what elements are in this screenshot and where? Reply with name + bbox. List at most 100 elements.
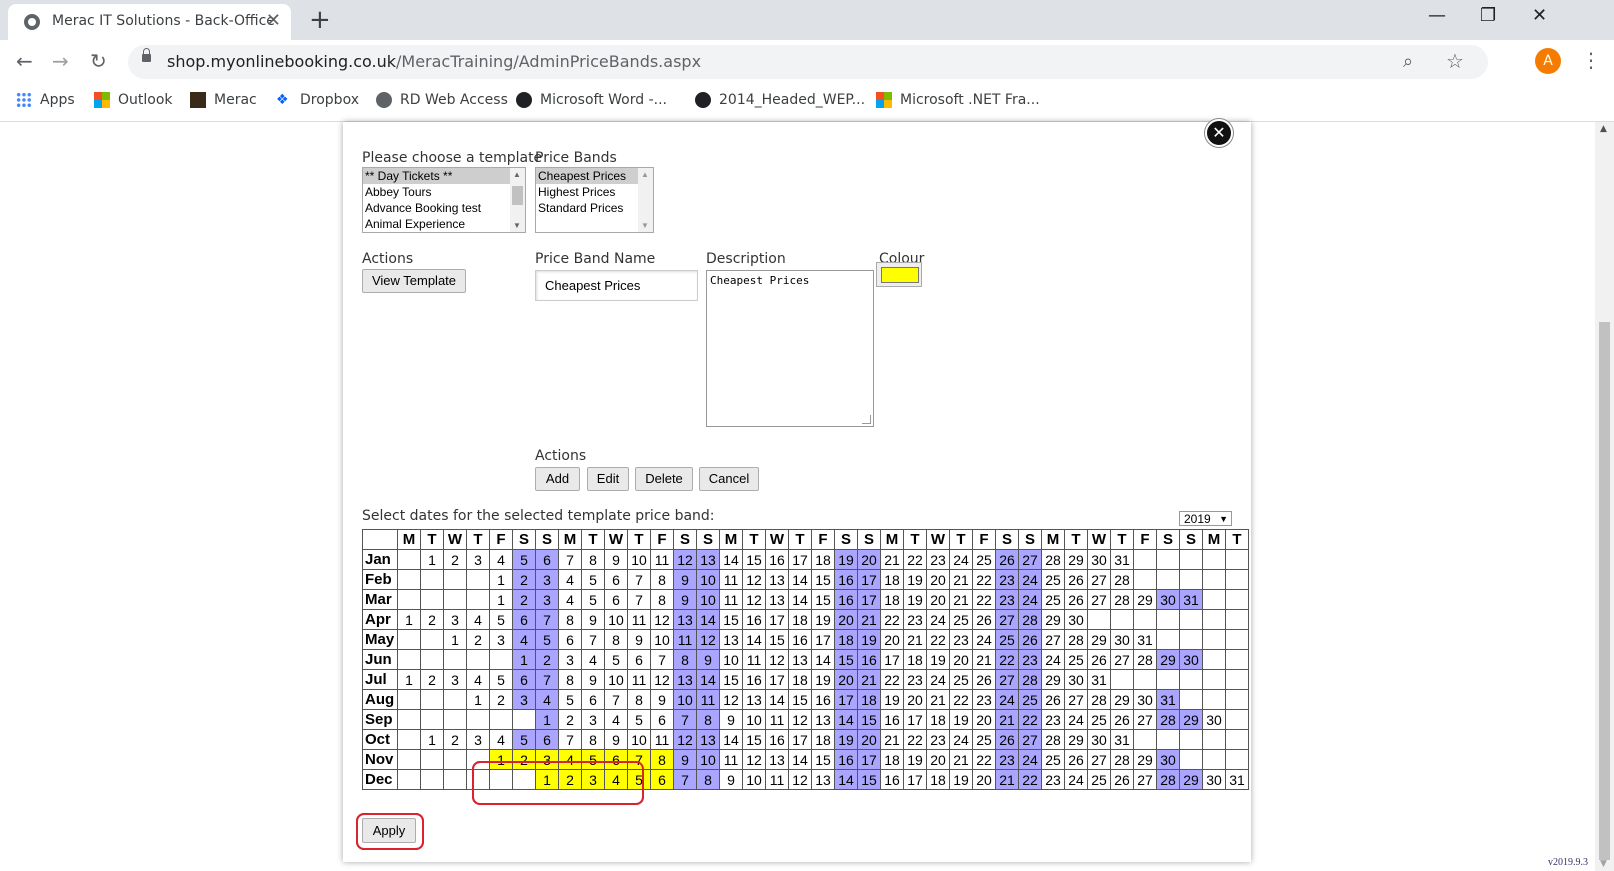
date-cell[interactable]: 23 (926, 549, 950, 570)
date-cell[interactable]: 17 (834, 689, 858, 710)
date-cell[interactable]: 13 (696, 729, 720, 750)
date-cell[interactable]: 25 (1064, 649, 1088, 670)
date-cell[interactable]: 8 (581, 549, 605, 570)
date-cell[interactable]: 9 (719, 769, 743, 790)
date-cell[interactable]: 28 (1018, 609, 1042, 630)
date-cell[interactable]: 22 (972, 749, 996, 770)
date-cell[interactable]: 24 (1018, 589, 1042, 610)
date-cell[interactable]: 20 (926, 569, 950, 590)
date-cell[interactable]: 10 (604, 669, 628, 690)
date-cell[interactable]: 14 (719, 549, 743, 570)
date-cell[interactable]: 22 (880, 669, 904, 690)
date-cell[interactable]: 29 (1179, 769, 1203, 790)
template-option[interactable]: Abbey Tours (363, 184, 525, 200)
date-cell[interactable]: 5 (512, 729, 536, 750)
date-cell[interactable]: 14 (811, 649, 835, 670)
date-cell[interactable]: 24 (1064, 709, 1088, 730)
date-cell[interactable]: 15 (719, 609, 743, 630)
date-cell[interactable]: 31 (1133, 629, 1157, 650)
date-cell[interactable]: 19 (949, 769, 973, 790)
date-cell[interactable]: 21 (995, 709, 1019, 730)
date-cell[interactable]: 24 (926, 609, 950, 630)
date-cell[interactable]: 17 (857, 589, 881, 610)
date-cell[interactable]: 21 (903, 629, 927, 650)
date-cell[interactable]: 8 (604, 629, 628, 650)
view-template-button[interactable]: View Template (362, 269, 466, 293)
price-bands-scrollbar[interactable]: ▲ ▼ (638, 168, 653, 232)
date-cell[interactable]: 15 (857, 769, 881, 790)
bookmark-headed-wep[interactable]: 2014_Headed_WEP... (695, 92, 865, 108)
date-cell[interactable]: 22 (1018, 709, 1042, 730)
date-cell[interactable]: 19 (834, 549, 858, 570)
date-cell[interactable]: 9 (673, 749, 697, 770)
date-cell[interactable]: 25 (995, 629, 1019, 650)
bookmark-microsoft-word[interactable]: Microsoft Word -... (516, 92, 667, 108)
date-cell[interactable]: 8 (650, 749, 674, 770)
restore-icon[interactable]: ❐ (1480, 5, 1496, 26)
date-cell[interactable]: 2 (489, 689, 513, 710)
date-cell[interactable]: 28 (1064, 629, 1088, 650)
date-cell[interactable]: 19 (880, 689, 904, 710)
date-cell[interactable]: 18 (811, 549, 835, 570)
date-cell[interactable]: 8 (650, 569, 674, 590)
date-cell[interactable]: 14 (696, 669, 720, 690)
date-cell[interactable]: 18 (834, 629, 858, 650)
date-cell[interactable]: 11 (650, 549, 674, 570)
date-cell[interactable]: 26 (1087, 649, 1111, 670)
date-cell[interactable]: 9 (604, 729, 628, 750)
date-cell[interactable]: 21 (926, 689, 950, 710)
date-cell[interactable]: 30 (1087, 729, 1111, 750)
date-cell[interactable]: 17 (903, 709, 927, 730)
date-cell[interactable]: 12 (719, 689, 743, 710)
date-cell[interactable]: 26 (1041, 689, 1065, 710)
date-cell[interactable]: 23 (995, 589, 1019, 610)
date-cell[interactable]: 30 (1064, 669, 1088, 690)
template-option[interactable]: Animal Experience (363, 216, 525, 232)
date-cell[interactable]: 2 (466, 629, 490, 650)
date-cell[interactable]: 31 (1087, 669, 1111, 690)
date-cell[interactable]: 28 (1041, 729, 1065, 750)
date-cell[interactable]: 14 (742, 629, 766, 650)
date-cell[interactable]: 3 (558, 649, 582, 670)
date-cell[interactable]: 14 (696, 609, 720, 630)
date-cell[interactable]: 25 (1041, 569, 1065, 590)
date-cell[interactable]: 12 (742, 749, 766, 770)
date-cell[interactable]: 17 (788, 549, 812, 570)
date-cell[interactable]: 22 (880, 609, 904, 630)
date-cell[interactable]: 10 (742, 769, 766, 790)
date-cell[interactable]: 7 (604, 689, 628, 710)
date-cell[interactable]: 23 (972, 689, 996, 710)
date-cell[interactable]: 19 (903, 569, 927, 590)
date-cell[interactable]: 30 (1202, 769, 1226, 790)
scroll-down-icon[interactable]: ▼ (513, 221, 521, 230)
scroll-down-icon[interactable]: ▼ (641, 221, 649, 230)
date-cell[interactable]: 18 (926, 769, 950, 790)
date-cell[interactable]: 27 (1110, 649, 1134, 670)
date-cell[interactable]: 21 (972, 649, 996, 670)
date-cell[interactable]: 1 (466, 689, 490, 710)
date-cell[interactable]: 4 (535, 689, 559, 710)
date-cell[interactable]: 25 (1087, 769, 1111, 790)
date-cell[interactable]: 16 (811, 689, 835, 710)
date-cell[interactable]: 14 (834, 769, 858, 790)
date-cell[interactable]: 15 (788, 689, 812, 710)
date-cell[interactable]: 28 (1110, 749, 1134, 770)
date-cell[interactable]: 1 (489, 589, 513, 610)
date-cell[interactable]: 20 (857, 729, 881, 750)
zoom-icon[interactable]: ⌕ (1403, 51, 1413, 72)
date-cell[interactable]: 28 (1041, 549, 1065, 570)
date-cell[interactable]: 4 (466, 669, 490, 690)
date-cell[interactable]: 23 (949, 629, 973, 650)
date-cell[interactable]: 11 (650, 729, 674, 750)
date-cell[interactable]: 4 (604, 709, 628, 730)
date-cell[interactable]: 30 (1179, 649, 1203, 670)
date-cell[interactable]: 23 (995, 749, 1019, 770)
date-cell[interactable]: 26 (995, 729, 1019, 750)
date-cell[interactable]: 7 (558, 549, 582, 570)
date-cell[interactable]: 10 (627, 729, 651, 750)
date-cell[interactable]: 18 (880, 569, 904, 590)
date-cell[interactable]: 1 (489, 569, 513, 590)
date-cell[interactable]: 2 (512, 569, 536, 590)
bookmark-outlook[interactable]: Outlook (94, 92, 173, 108)
date-cell[interactable]: 12 (788, 769, 812, 790)
